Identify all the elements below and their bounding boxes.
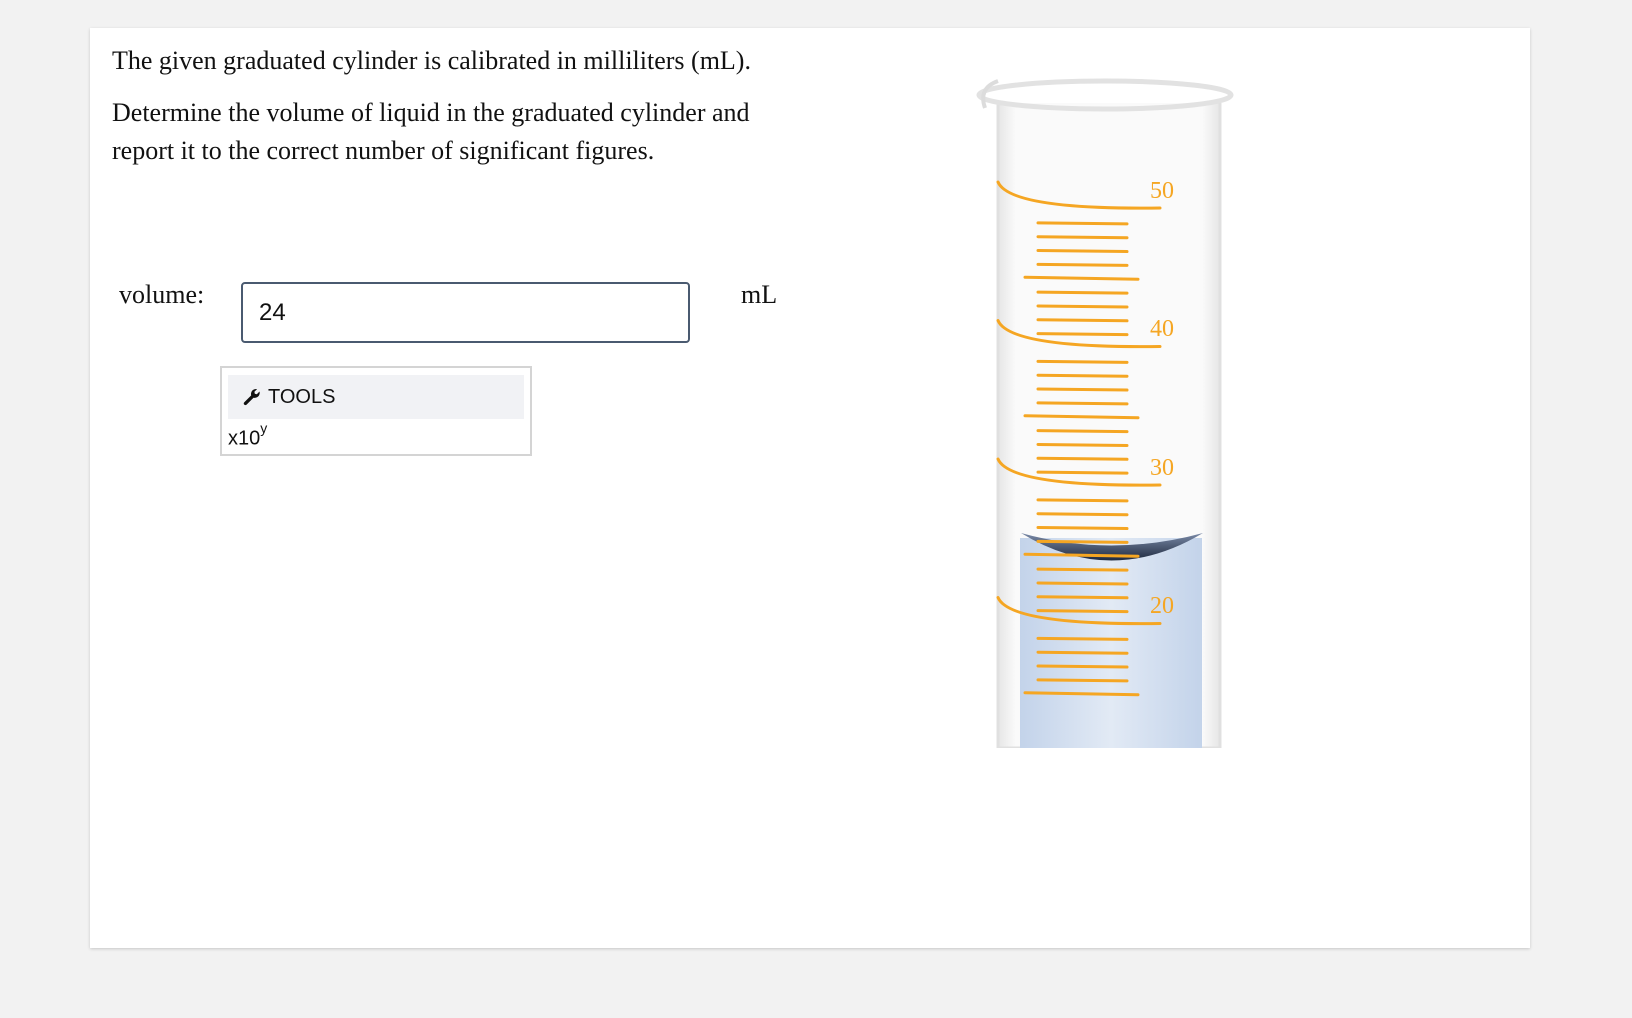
scale-label-30: 30 bbox=[1150, 455, 1174, 481]
question-card: The given graduated cylinder is calibrat… bbox=[90, 28, 1530, 948]
tools-panel: TOOLS x10y bbox=[220, 366, 532, 456]
minor-tick-23 bbox=[1036, 581, 1129, 586]
minor-tick-44 bbox=[1036, 290, 1129, 295]
minor-tick-38 bbox=[1036, 373, 1129, 378]
minor-tick-41 bbox=[1036, 332, 1129, 337]
graduated-cylinder: 50 40 30 20 bbox=[976, 78, 1234, 748]
minor-tick-16 bbox=[1036, 678, 1129, 683]
tools-label: TOOLS bbox=[268, 385, 336, 408]
scale-label-20: 20 bbox=[1150, 593, 1174, 619]
minor-tick-24 bbox=[1036, 567, 1129, 572]
minor-tick-28 bbox=[1036, 512, 1129, 517]
minor-tick-39 bbox=[1036, 359, 1129, 364]
tools-button[interactable]: TOOLS bbox=[228, 375, 524, 419]
x10-base: x10 bbox=[228, 427, 261, 450]
minor-tick-33 bbox=[1036, 442, 1129, 447]
prompt-line-1: The given graduated cylinder is calibrat… bbox=[112, 46, 751, 75]
volume-unit: mL bbox=[741, 280, 778, 309]
minor-tick-19 bbox=[1036, 636, 1129, 641]
volume-label: volume: bbox=[119, 280, 205, 309]
mid-tick-25 bbox=[1023, 552, 1140, 558]
minor-tick-18 bbox=[1036, 650, 1129, 655]
volume-input[interactable] bbox=[241, 282, 690, 343]
minor-tick-17 bbox=[1036, 664, 1129, 669]
minor-tick-43 bbox=[1036, 304, 1129, 309]
minor-tick-22 bbox=[1036, 595, 1129, 600]
question-prompt: The given graduated cylinder is calibrat… bbox=[112, 42, 812, 184]
minor-tick-48 bbox=[1036, 235, 1129, 240]
minor-tick-31 bbox=[1036, 470, 1129, 475]
minor-tick-34 bbox=[1036, 429, 1129, 434]
minor-tick-26 bbox=[1036, 539, 1129, 544]
mid-tick-45 bbox=[1023, 275, 1140, 281]
mid-tick-35 bbox=[1023, 414, 1140, 420]
minor-tick-32 bbox=[1036, 456, 1129, 461]
scale-label-50: 50 bbox=[1150, 178, 1174, 204]
scientific-notation-button[interactable]: x10y bbox=[228, 420, 267, 451]
minor-tick-42 bbox=[1036, 318, 1129, 323]
minor-tick-21 bbox=[1036, 609, 1129, 614]
prompt-line-2: Determine the volume of liquid in the gr… bbox=[112, 98, 750, 165]
minor-tick-47 bbox=[1036, 249, 1129, 254]
scale-label-40: 40 bbox=[1150, 316, 1174, 342]
wrench-icon bbox=[243, 388, 260, 406]
minor-tick-46 bbox=[1036, 262, 1129, 267]
minor-tick-49 bbox=[1036, 221, 1129, 226]
x10-exponent: y bbox=[260, 420, 268, 436]
minor-tick-27 bbox=[1036, 526, 1129, 531]
minor-tick-36 bbox=[1036, 401, 1129, 406]
minor-tick-37 bbox=[1036, 387, 1129, 392]
minor-tick-29 bbox=[1036, 498, 1129, 503]
mid-tick-15 bbox=[1023, 691, 1140, 697]
